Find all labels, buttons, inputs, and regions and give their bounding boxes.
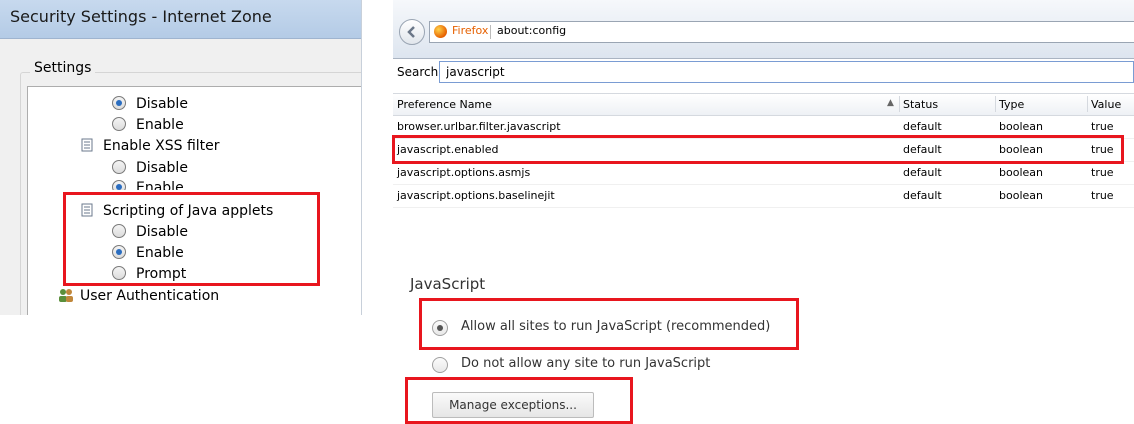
radio-unchecked-icon: [112, 160, 126, 174]
setting-xss-filter: Enable XSS filter: [81, 136, 220, 157]
column-status[interactable]: Status: [903, 98, 938, 111]
url-divider: [490, 25, 491, 39]
setting-page-icon: [81, 138, 95, 152]
back-arrow-icon: [407, 26, 415, 38]
identity-label: Firefox: [452, 24, 489, 37]
radio-unchecked-icon: [112, 117, 126, 131]
radio-unchecked-icon: [432, 357, 448, 373]
settings-group-label: Settings: [30, 60, 96, 76]
search-label: Search:: [397, 65, 443, 79]
radio-disable-option[interactable]: Disable: [112, 94, 188, 115]
highlight-allow-javascript: [419, 298, 799, 350]
window-titlebar: Security Settings - Internet Zone: [0, 0, 361, 39]
setting-user-authentication: User Authentication: [58, 286, 219, 307]
column-preference-name[interactable]: Preference Name: [397, 98, 492, 111]
search-input[interactable]: [439, 61, 1134, 83]
sort-ascending-icon: ▲: [887, 98, 894, 108]
url-text: about:config: [497, 24, 567, 37]
radio-checked-icon: [112, 180, 126, 190]
highlight-manage-exceptions: [405, 377, 633, 424]
firefox-about-config-window: Firefox about:config Search: Preference …: [393, 0, 1134, 212]
radio-checked-icon: [112, 96, 126, 110]
table-header: Preference Name ▲ Status Type Value: [393, 93, 1134, 116]
users-icon: [58, 288, 74, 302]
highlight-java-applets: [63, 192, 320, 286]
column-value[interactable]: Value: [1091, 98, 1121, 111]
browser-toolbar: Firefox about:config: [393, 0, 1134, 59]
highlight-javascript-enabled: [392, 135, 1124, 164]
table-row[interactable]: javascript.options.asmjs default boolean…: [393, 162, 1134, 185]
table-row[interactable]: javascript.options.baselinejit default b…: [393, 185, 1134, 208]
firefox-logo-icon: [434, 25, 447, 38]
window-title: Security Settings - Internet Zone: [10, 7, 272, 26]
radio-enable-option[interactable]: Enable: [112, 115, 184, 136]
url-bar[interactable]: Firefox about:config: [429, 21, 1134, 43]
javascript-section-heading: JavaScript: [410, 275, 486, 293]
radio-xss-disable[interactable]: Disable: [112, 158, 188, 179]
radio-block-javascript[interactable]: Do not allow any site to run JavaScript: [432, 355, 812, 375]
column-type[interactable]: Type: [999, 98, 1024, 111]
back-button[interactable]: [399, 19, 425, 45]
radio-xss-enable[interactable]: Enable: [112, 178, 184, 190]
